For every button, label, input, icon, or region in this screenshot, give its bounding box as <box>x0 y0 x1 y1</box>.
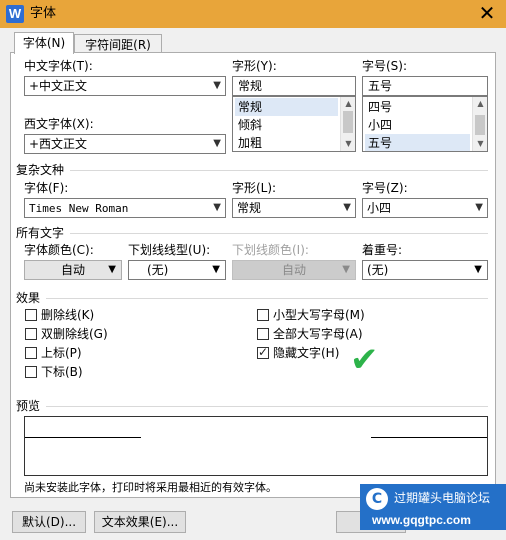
emphasis-value: (无) <box>367 263 389 277</box>
chinese-font-value: +中文正文 <box>29 79 88 93</box>
text-effects-button[interactable]: 文本效果(E)... <box>94 511 186 533</box>
preview-baseline-right <box>371 437 487 438</box>
superscript-label: 上标(P) <box>41 346 82 360</box>
scroll-up-icon[interactable]: ▲ <box>341 97 355 111</box>
small-caps-checkbox[interactable] <box>257 309 269 321</box>
scroll-thumb[interactable] <box>475 115 485 135</box>
title-bar <box>0 0 506 28</box>
preview-section-title: 预览 <box>16 399 41 413</box>
font-style-label: 字形(Y): <box>232 59 277 73</box>
divider <box>70 233 488 234</box>
complex-font-value: Times New Roman <box>29 202 129 215</box>
underline-type-label: 下划线线型(U): <box>128 243 211 257</box>
green-check-annotation-icon: ✔ <box>350 340 379 380</box>
preview-note: 尚未安装此字体，打印时将采用最相近的有效字体。 <box>24 481 277 494</box>
chevron-down-icon: ▼ <box>213 202 221 213</box>
emphasis-label: 着重号: <box>362 243 403 257</box>
double-strikethrough-checkbox[interactable] <box>25 328 37 340</box>
divider <box>70 170 488 171</box>
tab-font[interactable]: 字体(N) <box>14 32 74 54</box>
underline-color-dropdown: 自动 ▼ <box>232 260 356 280</box>
complex-section-title: 复杂文种 <box>16 163 65 177</box>
chevron-down-icon: ▼ <box>343 202 351 213</box>
strikethrough-label: 删除线(K) <box>41 308 95 322</box>
scroll-down-icon[interactable]: ▼ <box>341 137 355 151</box>
western-font-combo[interactable]: +西文正文 ▼ <box>24 134 226 154</box>
chevron-down-icon: ▼ <box>475 202 483 213</box>
underline-type-select[interactable]: (无) ▼ <box>128 260 226 280</box>
font-style-input[interactable]: 常规 <box>232 76 356 96</box>
font-size-label: 字号(S): <box>362 59 408 73</box>
hidden-text-checkbox[interactable] <box>257 345 269 359</box>
hidden-text-label: 隐藏文字(H) <box>273 346 340 360</box>
caret-down-icon: ▼ <box>212 264 220 275</box>
double-strikethrough-label: 双删除线(G) <box>41 327 108 341</box>
subscript-label: 下标(B) <box>41 365 83 379</box>
font-size-list[interactable]: 四号 小四 五号 ▲ ▼ <box>362 96 488 152</box>
scroll-down-icon[interactable]: ▼ <box>473 137 487 151</box>
effects-section-title: 效果 <box>16 291 41 305</box>
wps-writer-icon: W <box>6 5 24 23</box>
underline-type-value: (无) <box>147 263 169 277</box>
preview-box <box>24 416 488 476</box>
list-item[interactable]: 常规 <box>235 98 338 116</box>
small-caps-label: 小型大写字母(M) <box>273 308 365 322</box>
complex-style-combo[interactable]: 常规 ▼ <box>232 198 356 218</box>
default-button[interactable]: 默认(D)... <box>12 511 86 533</box>
caret-down-icon: ▼ <box>342 264 350 275</box>
underline-color-label: 下划线颜色(I): <box>232 243 309 257</box>
emphasis-select[interactable]: (无) ▼ <box>362 260 488 280</box>
western-font-label: 西文字体(X): <box>24 117 94 131</box>
complex-style-label: 字形(L): <box>232 181 277 195</box>
divider <box>46 406 488 407</box>
chevron-down-icon: ▼ <box>213 80 221 91</box>
font-size-scrollbar[interactable]: ▲ ▼ <box>472 97 487 151</box>
scroll-up-icon[interactable]: ▲ <box>473 97 487 111</box>
all-caps-checkbox[interactable] <box>257 328 269 340</box>
all-text-section-title: 所有文字 <box>16 226 65 240</box>
caret-down-icon: ▼ <box>474 264 482 275</box>
list-item[interactable]: 加粗 <box>235 134 338 151</box>
complex-size-value: 小四 <box>367 201 392 215</box>
underline-color-value: 自动 <box>281 263 306 277</box>
list-item[interactable]: 倾斜 <box>235 116 338 134</box>
forum-logo-icon: C <box>366 488 388 510</box>
subscript-checkbox[interactable] <box>25 366 37 378</box>
tab-character-spacing[interactable]: 字符间距(R) <box>74 34 162 54</box>
font-style-scrollbar[interactable]: ▲ ▼ <box>340 97 355 151</box>
window-title: 字体 <box>30 6 57 21</box>
strikethrough-checkbox[interactable] <box>25 309 37 321</box>
site-watermark: C 过期罐头电脑论坛 www.gqgtpc.com <box>360 484 506 530</box>
complex-size-label: 字号(Z): <box>362 181 408 195</box>
font-color-value: 自动 <box>60 263 85 277</box>
font-style-list[interactable]: 常规 倾斜 加粗 ▲ ▼ <box>232 96 356 152</box>
font-color-dropdown[interactable]: 自动 ▼ <box>24 260 122 280</box>
complex-font-combo[interactable]: Times New Roman ▼ <box>24 198 226 218</box>
scroll-thumb[interactable] <box>343 111 353 133</box>
list-item[interactable]: 五号 <box>365 134 470 151</box>
superscript-checkbox[interactable] <box>25 347 37 359</box>
complex-font-label: 字体(F): <box>24 181 69 195</box>
watermark-title: 过期罐头电脑论坛 <box>394 491 491 505</box>
chinese-font-label: 中文字体(T): <box>24 59 93 73</box>
complex-style-value: 常规 <box>237 201 262 215</box>
list-item[interactable]: 四号 <box>365 98 470 116</box>
chinese-font-combo[interactable]: +中文正文 ▼ <box>24 76 226 96</box>
preview-baseline-left <box>25 437 141 438</box>
complex-size-combo[interactable]: 小四 ▼ <box>362 198 488 218</box>
caret-down-icon: ▼ <box>108 264 116 275</box>
divider <box>46 298 488 299</box>
western-font-value: +西文正文 <box>29 137 88 151</box>
chevron-down-icon: ▼ <box>213 138 221 149</box>
list-item[interactable]: 小四 <box>365 116 470 134</box>
font-size-input[interactable]: 五号 <box>362 76 488 96</box>
close-icon[interactable]: ✕ <box>476 2 498 24</box>
font-color-label: 字体颜色(C): <box>24 243 94 257</box>
watermark-url: www.gqgtpc.com <box>372 513 471 527</box>
